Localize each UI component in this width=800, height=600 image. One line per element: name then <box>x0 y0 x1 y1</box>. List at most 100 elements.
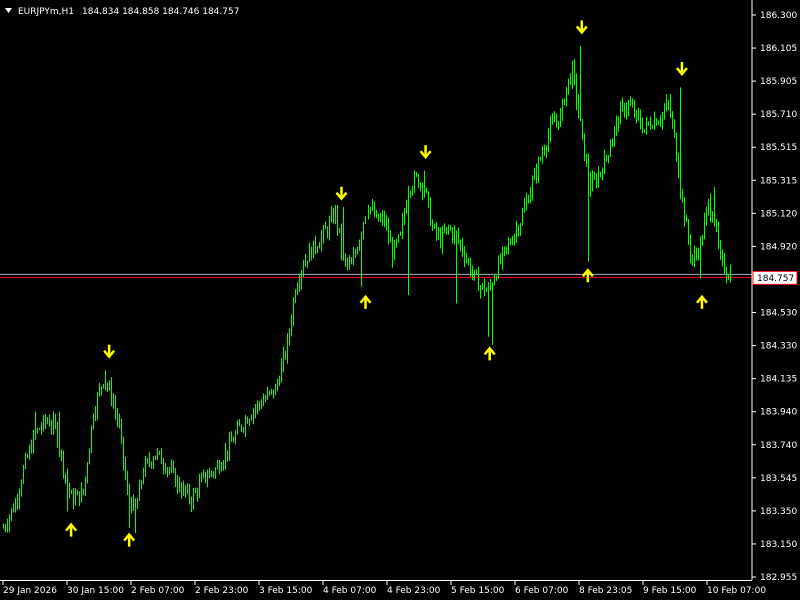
candle-body <box>702 238 703 241</box>
candle-body <box>59 444 60 452</box>
candle-body <box>37 428 38 432</box>
candle-body <box>608 155 609 157</box>
candle-body <box>404 212 405 220</box>
candle-body <box>664 109 665 114</box>
candle-body <box>103 384 104 388</box>
candle-body <box>253 410 254 418</box>
candle-body <box>452 229 453 239</box>
candle-body <box>225 450 226 463</box>
price-tick-label: 184.135 <box>760 375 797 385</box>
candle-body <box>149 459 150 463</box>
candle-body <box>61 451 62 454</box>
candle-body <box>568 78 569 88</box>
candle-body <box>91 425 92 450</box>
candle-body <box>596 177 597 185</box>
candle-body <box>155 455 156 460</box>
candle-body <box>550 122 551 136</box>
candle-body <box>454 231 455 239</box>
candle-body <box>299 281 300 287</box>
candle-body <box>372 206 373 208</box>
time-tick-label: 6 Feb 07:00 <box>515 586 569 596</box>
candle-body <box>349 261 350 264</box>
candle-body <box>21 482 22 493</box>
candle-body <box>249 419 250 424</box>
candle-body <box>5 527 6 529</box>
candle-body <box>590 178 591 191</box>
candle-body <box>9 516 10 526</box>
candle-body <box>376 214 377 217</box>
candle-body <box>400 232 401 235</box>
candle-body <box>446 227 447 232</box>
candle-body <box>95 412 96 418</box>
candle-body <box>410 192 411 194</box>
price-tick-label: 185.710 <box>760 110 797 120</box>
candle-body <box>620 105 621 125</box>
candle-body <box>277 382 278 387</box>
time-tick-label: 4 Feb 07:00 <box>323 586 377 596</box>
candle-body <box>492 284 493 286</box>
price-tick-label: 182.955 <box>760 573 797 583</box>
candle-body <box>201 476 202 482</box>
candle-body <box>219 464 220 471</box>
candle-body <box>81 489 82 502</box>
price-tick-label: 183.150 <box>760 540 797 550</box>
candle-body <box>247 419 248 424</box>
candle-body <box>652 127 653 129</box>
candle-body <box>227 450 228 455</box>
candle-body <box>480 287 481 291</box>
candle-body <box>183 486 184 494</box>
candle-body <box>15 502 16 512</box>
candle-body <box>181 489 182 494</box>
candle-body <box>448 227 449 229</box>
candle-body <box>275 386 276 395</box>
candle-body <box>672 115 673 124</box>
candle-body <box>89 449 90 465</box>
candle-body <box>77 491 78 496</box>
candle-body <box>730 271 731 280</box>
candle-body <box>83 489 84 494</box>
candle-body <box>325 227 326 229</box>
candle-body <box>245 419 246 430</box>
candle-body <box>43 417 44 428</box>
candle-body <box>319 245 320 249</box>
candle-body <box>345 258 346 261</box>
candle-body <box>269 391 270 393</box>
candle-body <box>233 441 234 443</box>
candle-body <box>402 219 403 233</box>
candle-body <box>674 123 675 134</box>
candle-body <box>494 278 495 285</box>
candle-body <box>382 216 383 219</box>
candle-body <box>347 260 348 264</box>
candle-body <box>151 462 152 465</box>
candle-body <box>321 236 322 246</box>
time-tick-label: 8 Feb 23:05 <box>579 586 632 596</box>
candle-body <box>143 473 144 482</box>
candle-body <box>460 241 461 245</box>
candle-body <box>616 120 617 129</box>
price-chart[interactable]: 186.300 186.105 185.905 185.710 185.515 185.3… <box>0 0 800 600</box>
candle-body <box>281 364 282 383</box>
candle-body <box>552 119 553 123</box>
candle-body <box>518 228 519 232</box>
candle-body <box>295 292 296 301</box>
candle-body <box>213 473 214 475</box>
candle-body <box>169 468 170 470</box>
candle-body <box>408 192 409 206</box>
candle-body <box>147 459 148 461</box>
candle-body <box>339 228 340 231</box>
candle-body <box>510 242 511 244</box>
candle-body <box>440 233 441 247</box>
candle-body <box>239 425 240 427</box>
candle-body <box>139 483 140 501</box>
candle-body <box>474 270 475 275</box>
candle-body <box>123 437 124 463</box>
candle-body <box>660 121 661 123</box>
candle-body <box>69 483 70 492</box>
candle-body <box>283 353 284 365</box>
candle-body <box>586 159 587 161</box>
candle-body <box>25 456 26 468</box>
candle-body <box>720 244 721 256</box>
price-tick-label: 185.905 <box>760 77 797 87</box>
candle-body <box>534 171 535 180</box>
candle-body <box>726 272 727 277</box>
